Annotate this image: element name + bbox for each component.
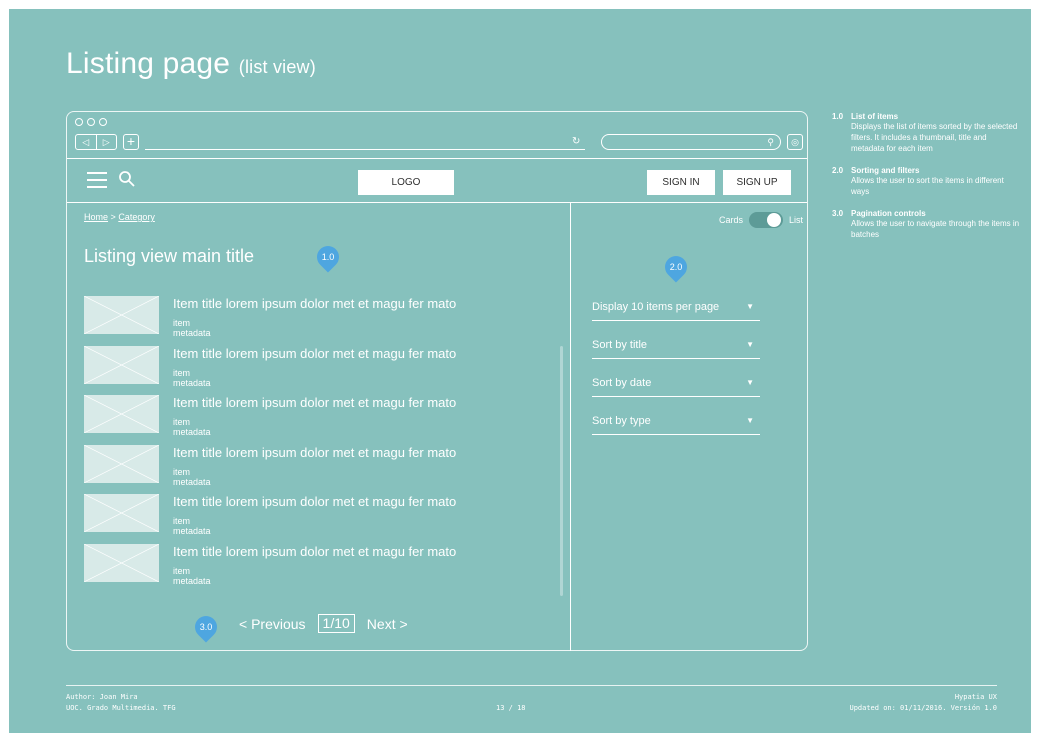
item-metadata: item metadata (173, 367, 211, 388)
next-link[interactable]: Next > (367, 616, 408, 632)
note-description: Displays the list of items sorted by the… (851, 122, 1018, 153)
item-metadata: item metadata (173, 318, 211, 338)
item-title[interactable]: Item title lorem ipsum dolor met et magu… (173, 395, 456, 410)
note-description: Allows the user to navigate through the … (851, 219, 1020, 239)
forward-icon[interactable]: ▷ (97, 135, 117, 149)
items-per-page-select[interactable]: Display 10 items per page ▼ (592, 296, 760, 321)
item-metadata: item metadata (173, 417, 211, 437)
history-buttons: ◁ ▷ (75, 134, 117, 150)
list-label: List (789, 215, 804, 225)
sort-by-date-select[interactable]: Sort by date ▼ (592, 372, 760, 397)
back-icon[interactable]: ◁ (76, 135, 97, 149)
view-switch[interactable] (749, 212, 784, 228)
url-bar[interactable] (145, 134, 585, 150)
browser-window: ◁ ▷ + ↻ ⚲ ◎ LOGO SIGN IN SIGN UP Home > … (66, 111, 808, 651)
thumbnail-placeholder (84, 444, 159, 483)
filter-panel: Display 10 items per page ▼ Sort by title… (592, 296, 760, 448)
window-controls (75, 118, 107, 126)
new-tab-icon[interactable]: + (123, 134, 139, 150)
item-metadata: item metadata (173, 516, 211, 536)
reload-icon[interactable]: ↻ (572, 134, 580, 150)
breadcrumb-home[interactable]: Home (84, 212, 108, 222)
column-divider (570, 203, 571, 651)
item-title[interactable]: Item title lorem ipsum dolor met et magu… (173, 346, 456, 361)
item-metadata: item metadata (173, 565, 211, 586)
thumbnail-placeholder (84, 494, 159, 532)
cards-label: Cards (719, 215, 744, 225)
marker-pagination: 3.0 (190, 611, 222, 643)
footer-author: Author: Joan Mira (66, 693, 138, 701)
caret-down-icon: ▼ (746, 378, 754, 387)
filter-label: Sort by type (592, 415, 651, 427)
page-title: Listing page (list view) (66, 47, 316, 81)
item-title[interactable]: Item title lorem ipsum dolor met et magu… (173, 445, 456, 460)
address-row: ◁ ▷ + ↻ ⚲ ◎ (75, 134, 803, 152)
item-title[interactable]: Item title lorem ipsum dolor met et magu… (173, 296, 456, 311)
footer-brand: Hypatia UX (954, 693, 997, 701)
marker-filters: 2.0 (660, 251, 692, 283)
page-title-sub: (list view) (238, 57, 316, 77)
caret-down-icon: ▼ (746, 340, 754, 349)
minimize-dot-icon[interactable] (87, 118, 95, 126)
footer-divider (66, 685, 997, 686)
note-list: 1.0 List of items Displays the list of i… (832, 112, 1022, 154)
filter-label: Display 10 items per page (592, 301, 720, 313)
note-description: Allows the user to sort the items in dif… (851, 176, 1004, 196)
listing-main-title: Listing view main title (84, 246, 255, 266)
sort-by-title-select[interactable]: Sort by title ▼ (592, 334, 760, 359)
item-title[interactable]: Item title lorem ipsum dolor met et magu… (173, 494, 456, 509)
breadcrumb: Home > Category (84, 212, 155, 222)
note-filters: 2.0 Sorting and filters Allows the user … (832, 166, 1022, 197)
page-title-main: Listing page (66, 47, 231, 80)
site-search-icon[interactable] (118, 170, 136, 193)
header-divider (67, 202, 807, 203)
view-toggle: Cards List (719, 212, 803, 228)
wireframe-sheet: Listing page (list view) ◁ ▷ + ↻ ⚲ ◎ LOG… (9, 9, 1031, 733)
caret-down-icon: ▼ (746, 416, 754, 425)
breadcrumb-category[interactable]: Category (118, 212, 155, 222)
filter-label: Sort by title (592, 339, 648, 351)
marker-pagination-label: 3.0 (199, 622, 213, 632)
options-icon[interactable]: ◎ (787, 134, 803, 150)
note-heading: Sorting and filters (851, 166, 920, 175)
page-indicator[interactable]: 1/10 (317, 614, 355, 633)
note-number: 1.0 (832, 112, 844, 121)
thumbnail-placeholder (84, 543, 159, 582)
caret-down-icon: ▼ (746, 302, 754, 311)
sign-in-button[interactable]: SIGN IN (647, 170, 715, 195)
search-icon: ⚲ (767, 137, 774, 147)
pagination: < Previous 1/10 Next > (239, 614, 408, 633)
previous-link[interactable]: < Previous (239, 616, 306, 632)
footer-org: UOC. Grado Multimedia. TFG (66, 704, 176, 712)
marker-filters-label: 2.0 (669, 262, 683, 272)
marker-list-label: 1.0 (321, 252, 335, 262)
item-metadata: item metadata (173, 466, 211, 487)
thumbnail-placeholder (84, 296, 159, 334)
hamburger-menu-icon[interactable] (87, 172, 107, 190)
item-title[interactable]: Item title lorem ipsum dolor met et magu… (173, 544, 456, 559)
thumbnail-placeholder (84, 345, 159, 384)
maximize-dot-icon[interactable] (99, 118, 107, 126)
footer-updated: Updated on: 01/11/2016. Versión 1.0 (849, 704, 997, 712)
filter-label: Sort by date (592, 377, 652, 389)
footer-page-number: 13 / 18 (496, 704, 526, 712)
sign-up-button[interactable]: SIGN UP (723, 170, 791, 195)
logo[interactable]: LOGO (358, 170, 454, 195)
sort-by-type-select[interactable]: Sort by type ▼ (592, 410, 760, 435)
thumbnail-placeholder (84, 395, 159, 433)
note-number: 2.0 (832, 166, 844, 175)
annotation-notes: 1.0 List of items Displays the list of i… (832, 112, 1022, 252)
note-heading: Pagination controls (851, 209, 926, 218)
marker-list: 1.0 (312, 241, 344, 273)
breadcrumb-separator: > (110, 212, 116, 222)
note-pagination: 3.0 Pagination controls Allows the user … (832, 209, 1022, 240)
chrome-divider (67, 158, 807, 159)
switch-knob (767, 213, 782, 227)
close-dot-icon[interactable] (75, 118, 83, 126)
note-number: 3.0 (832, 209, 844, 218)
scrollbar[interactable] (560, 346, 563, 596)
note-heading: List of items (851, 112, 899, 121)
browser-search-field[interactable]: ⚲ (601, 134, 781, 150)
